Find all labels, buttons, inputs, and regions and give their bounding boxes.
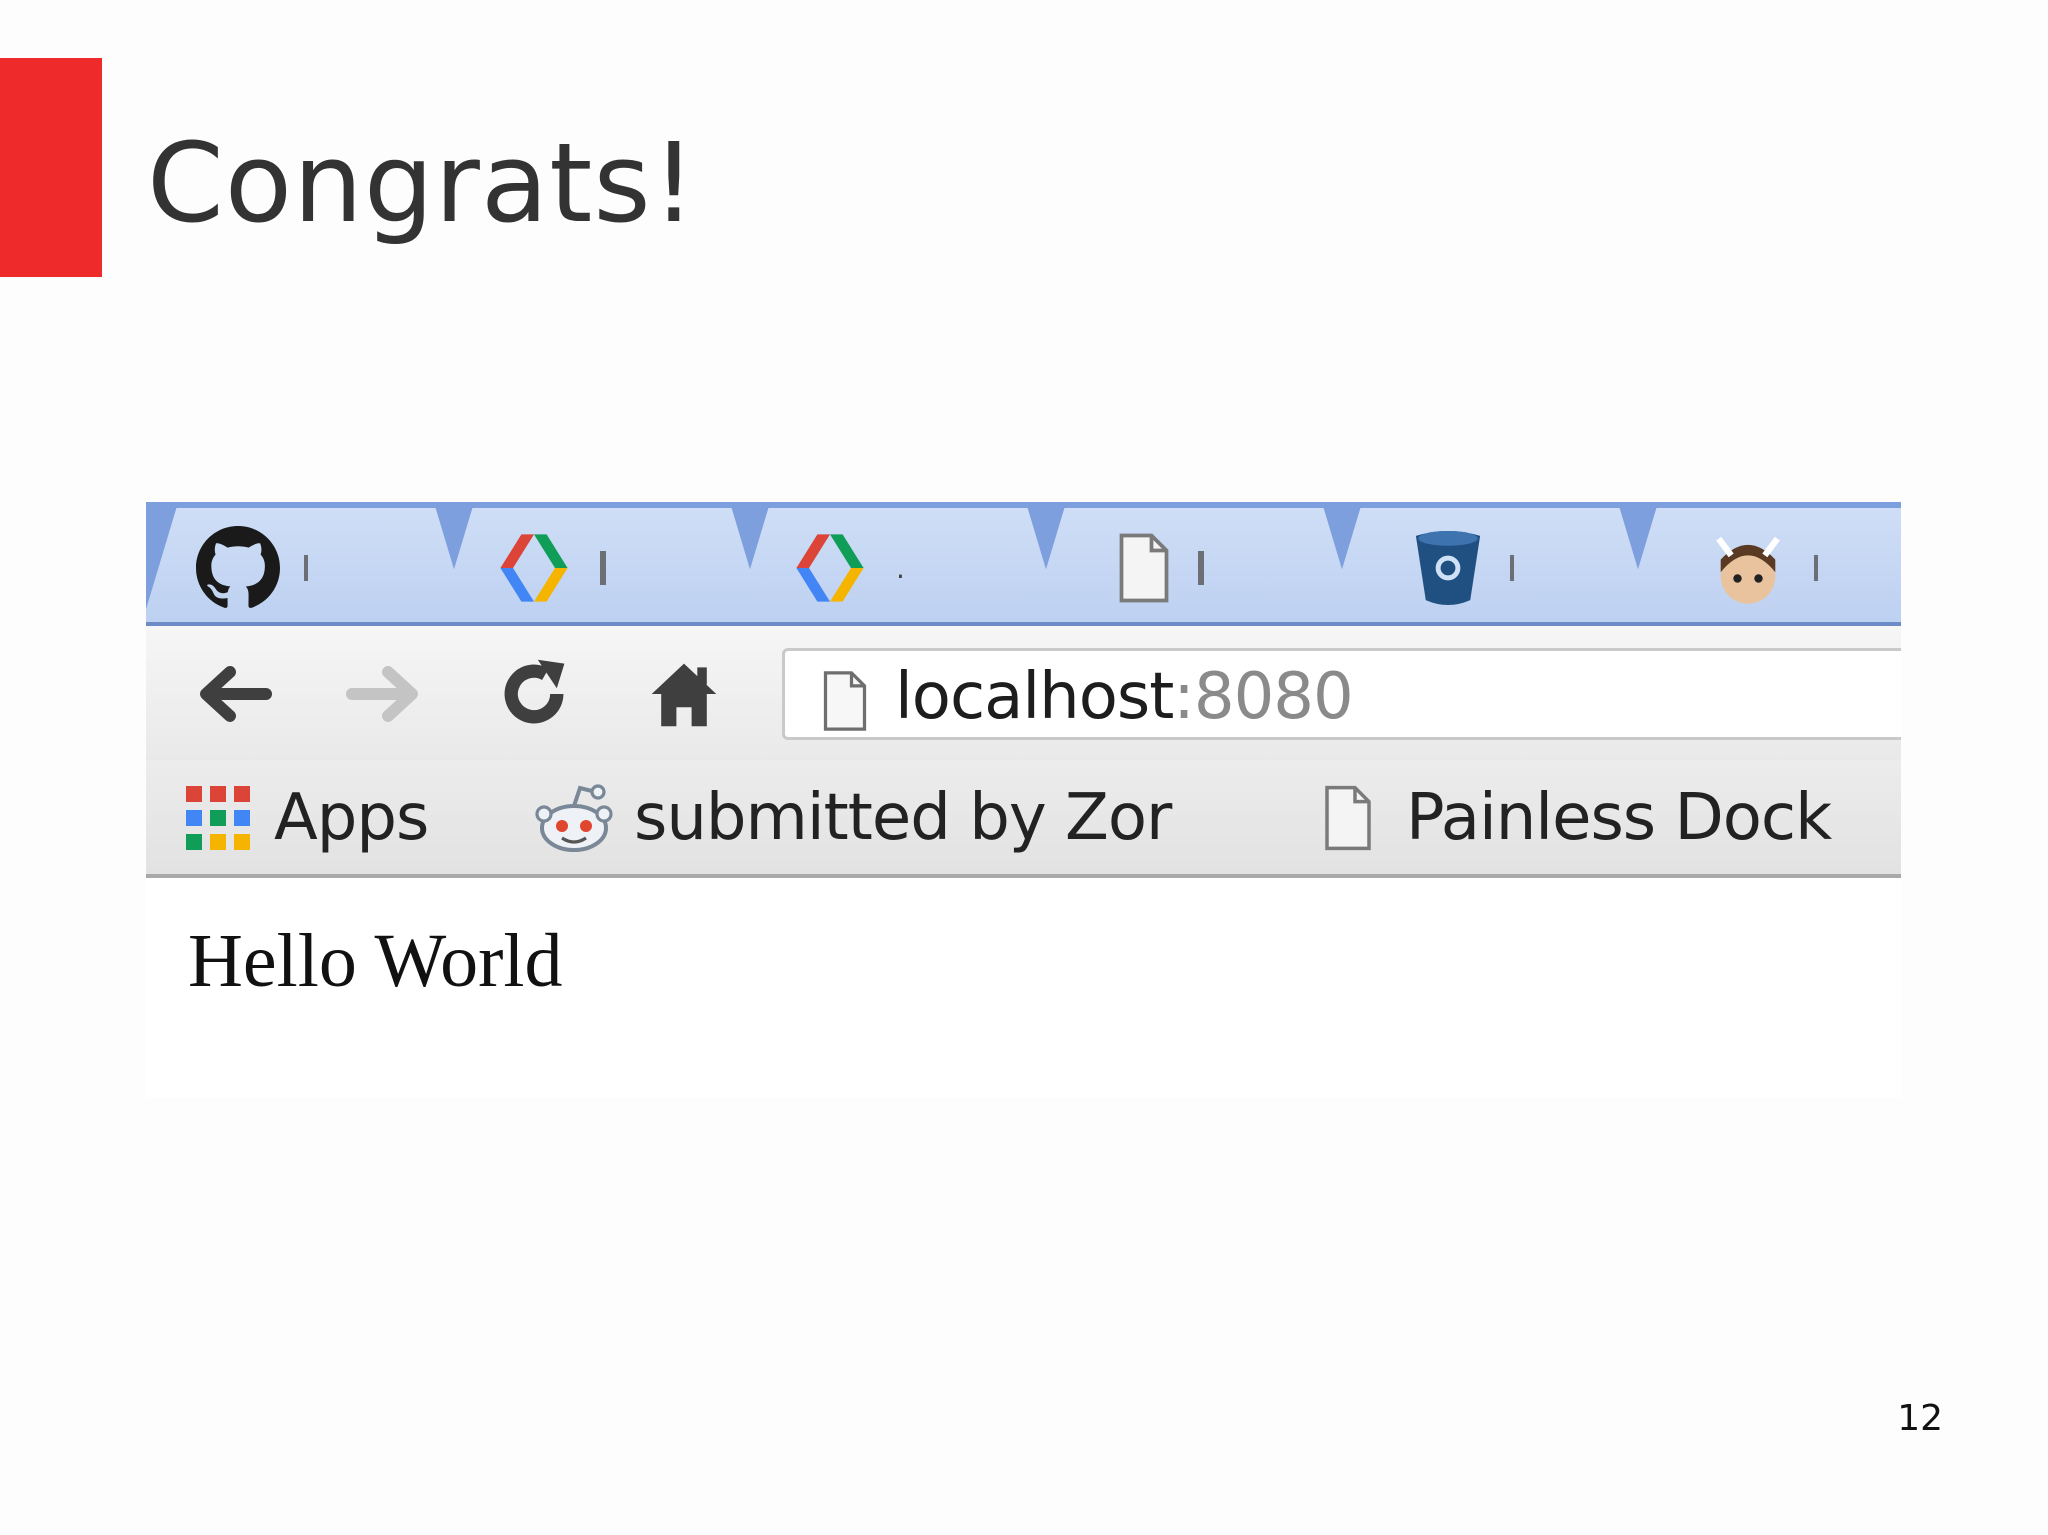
bitbucket-icon: [1415, 530, 1481, 606]
google-developers-icon: [796, 534, 864, 602]
back-arrow-icon: [200, 666, 272, 722]
tab-avatar[interactable]: [1620, 508, 1901, 626]
bookmark-apps[interactable]: Apps: [182, 774, 429, 862]
slide-page-number: 12: [1897, 1398, 1943, 1439]
reddit-icon: [535, 784, 613, 852]
bookmark-painless-docker[interactable]: Painless Dock: [1320, 774, 1832, 862]
reload-button[interactable]: [486, 646, 582, 742]
tab-strip: .: [146, 502, 1901, 626]
blank-page-icon: [1325, 785, 1371, 851]
hello-world-text: Hello World: [188, 919, 563, 1003]
back-button[interactable]: [186, 646, 282, 742]
forward-arrow-icon: [346, 666, 418, 722]
apps-grid-icon: [186, 786, 250, 850]
browser-toolbar: localhost:8080: [146, 626, 1901, 760]
bookmark-reddit[interactable]: submitted by Zor: [534, 774, 1172, 862]
tab-google-developers-1[interactable]: [436, 508, 768, 626]
page-icon: [823, 671, 867, 731]
forward-button[interactable]: [336, 646, 432, 742]
bookmark-label: submitted by Zor: [634, 781, 1172, 855]
page-content: Hello World: [146, 878, 1901, 1098]
bookmarks-bar: Apps submitted by Zor Painless Dock: [146, 760, 1901, 876]
reload-icon: [504, 659, 565, 724]
tab-bitbucket[interactable]: [1324, 508, 1656, 626]
tab-blank-page[interactable]: [1028, 508, 1360, 626]
tab-title: .: [896, 551, 905, 585]
title-accent-bar: [0, 58, 102, 277]
browser-screenshot: . localhost:8080 Apps submitted by Zor P…: [146, 502, 1901, 1098]
tab-github[interactable]: [146, 508, 472, 626]
url-host: localhost: [895, 660, 1174, 734]
tab-google-developers-2[interactable]: .: [732, 508, 1064, 626]
blank-page-icon: [1119, 533, 1169, 603]
avatar-icon: [1716, 536, 1780, 604]
google-developers-icon: [500, 534, 568, 602]
bookmark-label: Painless Dock: [1406, 781, 1832, 855]
github-icon: [196, 526, 280, 608]
address-bar[interactable]: localhost:8080: [782, 648, 1901, 740]
home-icon: [651, 663, 717, 727]
bookmark-label: Apps: [274, 781, 429, 855]
url-port: :8080: [1173, 660, 1353, 734]
url-text: localhost:8080: [895, 660, 1354, 734]
home-button[interactable]: [636, 646, 732, 742]
slide-title: Congrats!: [147, 119, 697, 247]
